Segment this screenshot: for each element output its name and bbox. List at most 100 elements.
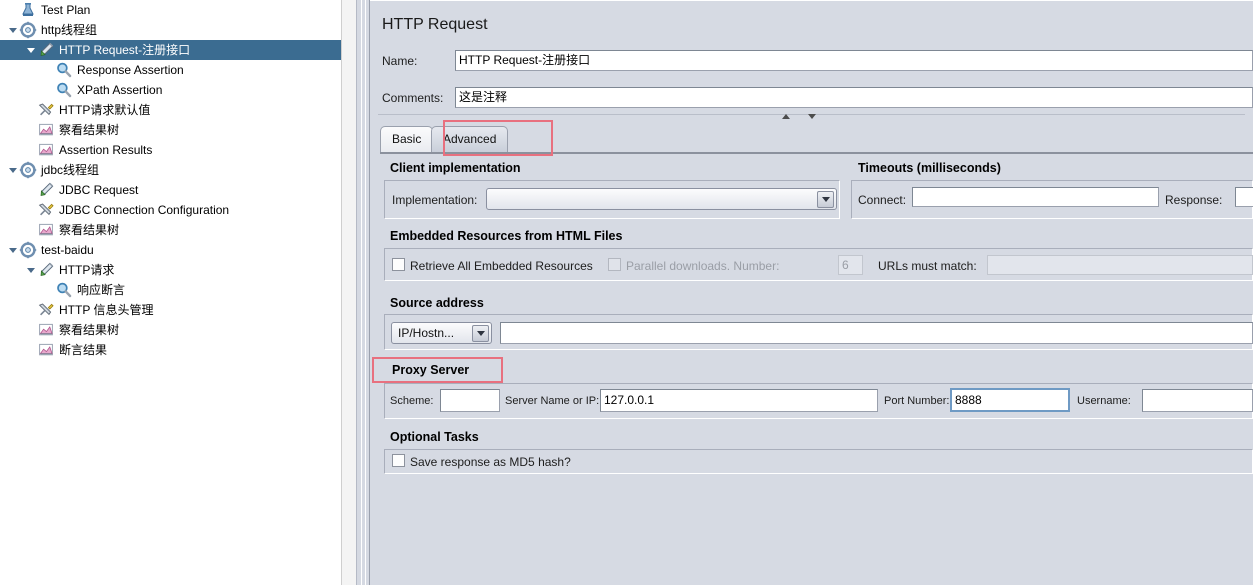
response-timeout-input[interactable] (1235, 187, 1253, 207)
connect-label: Connect: (858, 193, 907, 207)
expand-toggle-icon[interactable] (6, 20, 19, 40)
tree-item-label: test-baidu (41, 243, 94, 257)
tree-item[interactable]: HTTP 信息头管理 (0, 300, 356, 320)
comments-input[interactable]: 这是注释 (455, 87, 1253, 108)
tree-item[interactable]: HTTP请求默认值 (0, 100, 356, 120)
connect-timeout-input[interactable] (912, 187, 1159, 207)
tree-toggle-spacer (42, 80, 55, 100)
save-md5-label: Save response as MD5 hash? (410, 455, 571, 469)
source-address-input[interactable] (500, 322, 1253, 344)
tree-item[interactable]: 响应断言 (0, 280, 356, 300)
username-label: Username: (1077, 395, 1131, 407)
tree-item-label: 察看结果树 (59, 323, 120, 337)
tree-item[interactable]: http线程组 (0, 20, 356, 40)
sampler-icon (37, 181, 55, 199)
assertion-icon (55, 281, 73, 299)
listener-icon (37, 341, 55, 359)
tree-toggle-spacer (24, 340, 37, 360)
source-address-title: Source address (390, 296, 484, 310)
retrieve-embedded-label: Retrieve All Embedded Resources (410, 259, 593, 273)
tree-toggle-spacer (24, 300, 37, 320)
tab-advanced[interactable]: Advanced (431, 126, 509, 152)
tree-item[interactable]: XPath Assertion (0, 80, 356, 100)
chevron-down-icon[interactable] (817, 191, 834, 208)
tree-toggle-spacer (24, 220, 37, 240)
tree-item[interactable]: JDBC Connection Configuration (0, 200, 356, 220)
listener-icon (37, 221, 55, 239)
tree-item-label: Assertion Results (59, 143, 153, 157)
proxy-username-input[interactable] (1142, 389, 1253, 412)
listener-icon (37, 141, 55, 159)
source-address-type-value: IP/Hostn... (398, 326, 455, 340)
retrieve-embedded-checkbox[interactable] (392, 258, 405, 271)
collapse-toggle-arrows[interactable] (782, 111, 816, 121)
tree-item-label: JDBC Request (59, 183, 139, 197)
tree-item[interactable]: jdbc线程组 (0, 160, 356, 180)
tree-item[interactable]: 察看结果树 (0, 220, 356, 240)
config-icon (37, 101, 55, 119)
test-plan-tree[interactable]: Test Plan http线程组 HTTP Request-注册接口 Respons… (0, 0, 356, 585)
urls-must-match-label: URLs must match: (878, 259, 977, 273)
tree-item-label: Response Assertion (77, 63, 184, 77)
scheme-input[interactable] (440, 389, 500, 412)
implementation-dropdown[interactable] (486, 188, 837, 210)
listener-icon (37, 121, 55, 139)
panel-splitter[interactable] (356, 0, 370, 585)
tree-item[interactable]: test-baidu (0, 240, 356, 260)
collapse-down-icon[interactable] (808, 113, 816, 119)
optional-tasks-title: Optional Tasks (390, 430, 479, 444)
tree-item[interactable]: Assertion Results (0, 140, 356, 160)
tree-item[interactable]: 断言结果 (0, 340, 356, 360)
tab-basic[interactable]: Basic (380, 126, 434, 152)
tree-item[interactable]: 察看结果树 (0, 120, 356, 140)
tree-toggle-spacer (42, 60, 55, 80)
parallel-downloads-number-input[interactable]: 6 (838, 255, 863, 275)
parallel-downloads-checkbox[interactable] (608, 258, 621, 271)
expand-toggle-icon[interactable] (24, 40, 37, 60)
listener-icon (37, 321, 55, 339)
urls-must-match-input[interactable] (987, 255, 1253, 275)
tree-item[interactable]: HTTP Request-注册接口 (0, 40, 356, 60)
expand-toggle-icon[interactable] (6, 240, 19, 260)
save-md5-checkbox[interactable] (392, 454, 405, 467)
threadgroup-icon (19, 21, 37, 39)
tree-item-label: 断言结果 (59, 343, 108, 357)
tree-item-label: HTTP 信息头管理 (59, 303, 154, 317)
chevron-down-icon[interactable] (472, 325, 489, 342)
tree-item[interactable]: Test Plan (0, 0, 356, 20)
tree-item[interactable]: 察看结果树 (0, 320, 356, 340)
collapse-up-icon[interactable] (782, 113, 790, 119)
sampler-icon (37, 261, 55, 279)
tree-toggle-spacer (6, 0, 19, 20)
tree-item-label: HTTP请求默认值 (59, 103, 151, 117)
threadgroup-icon (19, 241, 37, 259)
threadgroup-icon (19, 161, 37, 179)
proxy-server-input[interactable]: 127.0.0.1 (600, 389, 878, 412)
port-number-label: Port Number: (884, 395, 950, 407)
expand-toggle-icon[interactable] (6, 160, 19, 180)
name-label: Name: (382, 54, 418, 68)
tree-item-label: XPath Assertion (77, 83, 163, 97)
tree-vertical-scrollbar[interactable] (341, 0, 356, 585)
proxy-server-title: Proxy Server (392, 363, 470, 377)
tree-item[interactable]: Response Assertion (0, 60, 356, 80)
tree-toggle-spacer (24, 120, 37, 140)
name-input[interactable]: HTTP Request-注册接口 (455, 50, 1253, 71)
tree-item[interactable]: JDBC Request (0, 180, 356, 200)
page-title: HTTP Request (382, 16, 488, 33)
tree-toggle-spacer (24, 140, 37, 160)
source-address-type-dropdown[interactable]: IP/Hostn... (391, 322, 492, 344)
expand-toggle-icon[interactable] (24, 260, 37, 280)
jmeter-window: Test Plan http线程组 HTTP Request-注册接口 Respons… (0, 0, 1253, 585)
tab-underline (380, 152, 1253, 154)
proxy-port-input[interactable]: 8888 (950, 388, 1070, 412)
tree-item[interactable]: HTTP请求 (0, 260, 356, 280)
